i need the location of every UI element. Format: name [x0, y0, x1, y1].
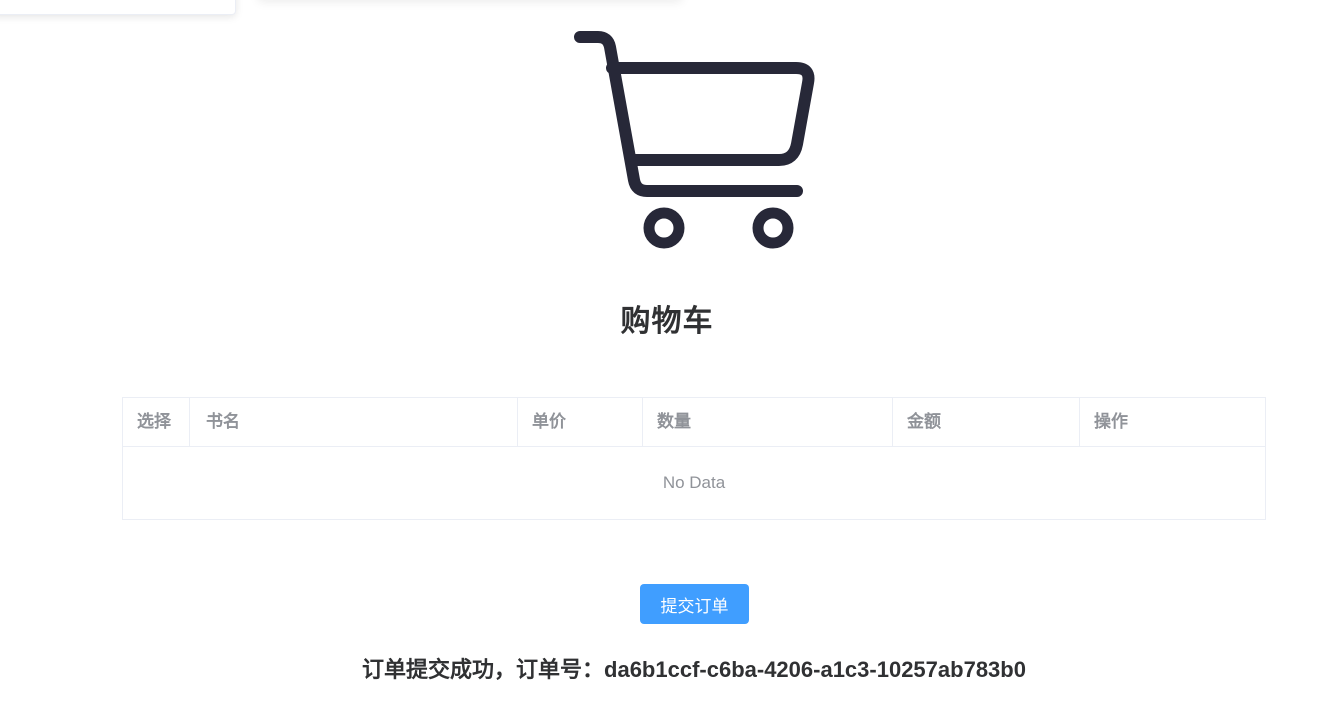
column-header-quantity: 数量: [643, 398, 893, 446]
column-header-unit-price: 单价: [518, 398, 643, 446]
column-header-select: 选择: [123, 398, 190, 446]
cart-table: 选择 书名 单价 数量 金额 操作 No Data: [122, 397, 1266, 520]
column-header-book-name: 书名: [190, 398, 518, 446]
column-header-actions: 操作: [1094, 412, 1128, 431]
submit-order-button[interactable]: 提交订单: [640, 584, 749, 624]
column-header-amount: 金额: [893, 398, 1080, 446]
shopping-cart-icon: [574, 31, 815, 249]
table-header: 选择 书名 单价 数量 金额 操作: [123, 398, 1265, 447]
empty-state-text: No Data: [662, 473, 726, 492]
page: 购物车 选择 书名 单价 数量 金额 操作 No Data 提交订单 订单提交成…: [0, 0, 1334, 708]
page-title: 购物车: [620, 305, 714, 338]
order-success-message: 订单提交成功，订单号：da6b1ccf-c6ba-4206-a1c3-10257…: [362, 657, 1026, 682]
dropdown-panel: [0, 0, 236, 15]
